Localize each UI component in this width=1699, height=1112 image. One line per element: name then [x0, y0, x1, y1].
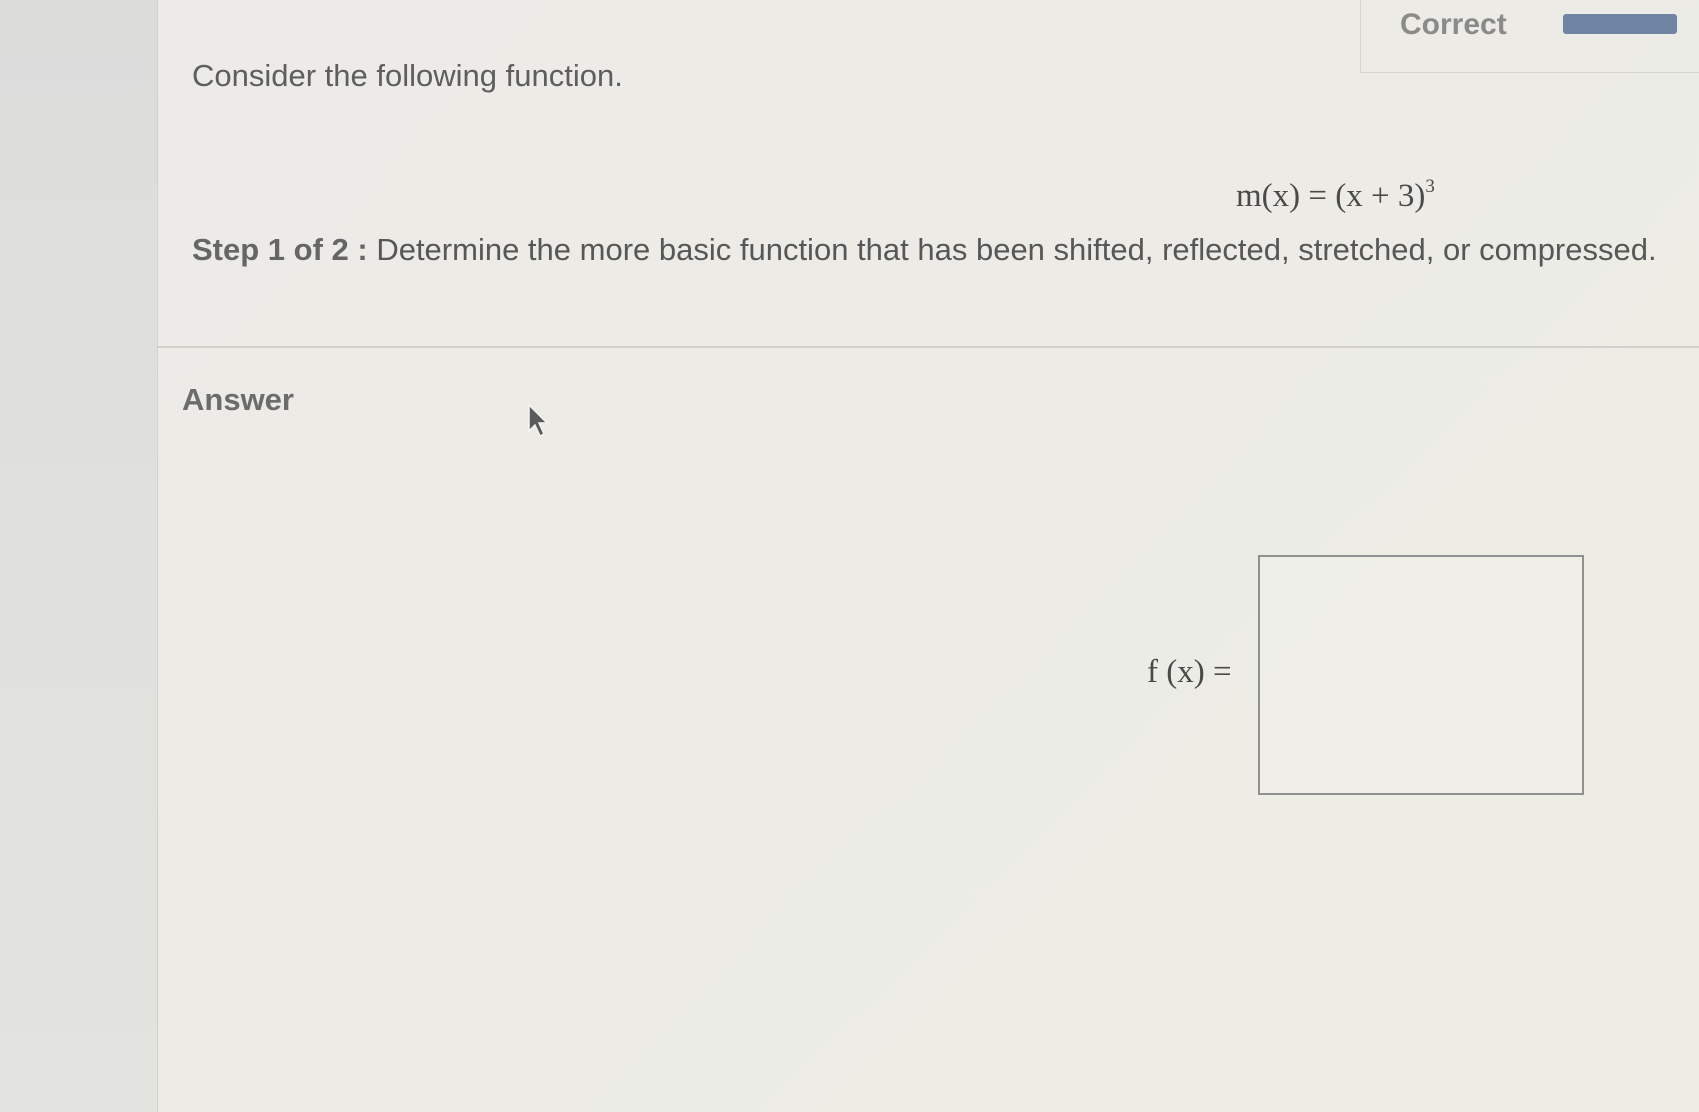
- status-progress-bar: [1563, 14, 1677, 34]
- step-instruction: Step 1 of 2 : Determine the more basic f…: [192, 232, 1657, 268]
- answer-input-label: f (x) =: [1147, 654, 1232, 690]
- section-divider: [157, 346, 1699, 348]
- function-display: m(x) = (x + 3)3: [1236, 176, 1435, 215]
- function-expression: m(x) = (x + 3): [1236, 178, 1426, 214]
- answer-input[interactable]: [1258, 555, 1584, 795]
- question-intro: Consider the following function.: [192, 58, 623, 93]
- step-label: Step 1 of 2 :: [192, 232, 368, 267]
- answer-heading: Answer: [182, 382, 294, 417]
- left-margin: [0, 0, 157, 1112]
- step-text: Determine the more basic function that h…: [367, 232, 1657, 267]
- function-exponent: 3: [1425, 176, 1435, 197]
- status-label: Correct: [1400, 8, 1507, 41]
- mouse-pointer-icon: [528, 403, 549, 438]
